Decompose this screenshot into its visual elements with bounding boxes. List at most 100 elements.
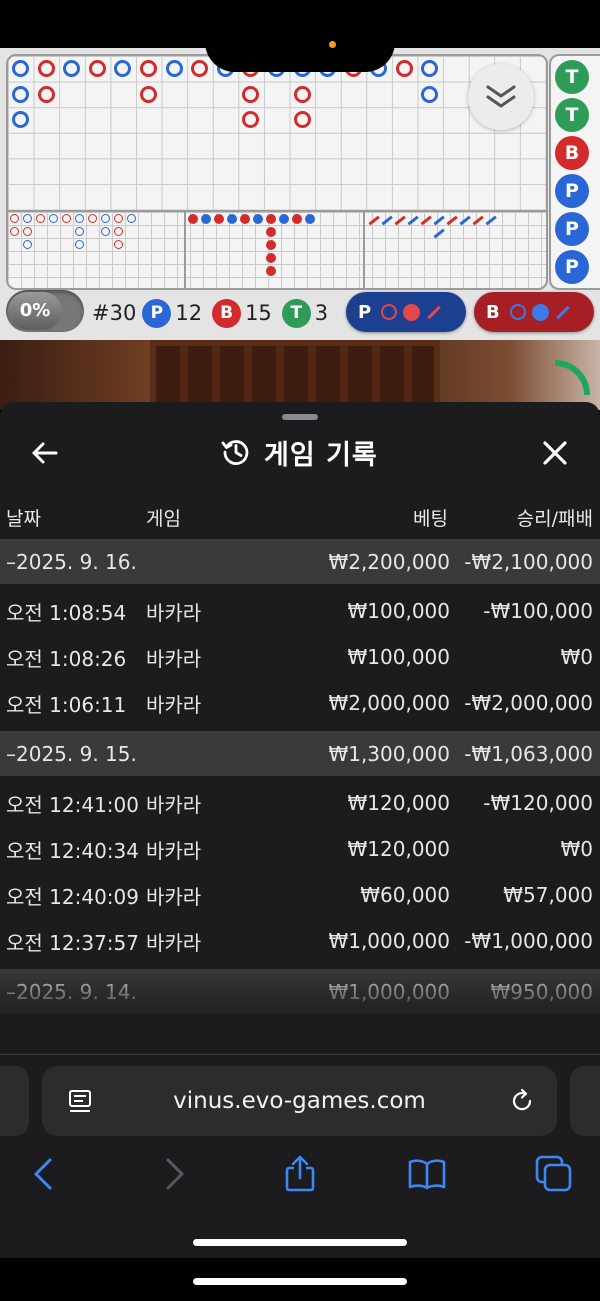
url-text: vinus.evo-games.com — [173, 1088, 426, 1114]
bottom-safe-area — [0, 1258, 600, 1301]
collapse-scoreboard-button[interactable] — [468, 64, 534, 130]
bead-road-board[interactable] — [6, 54, 548, 290]
column-header-date[interactable]: 날짜 — [6, 504, 41, 531]
game-history-panel: 게임 기록 날짜 게임 베팅 승리/패배 –2025. 9. 16. ₩2,20… — [0, 402, 600, 1054]
back-button[interactable] — [28, 436, 62, 470]
history-row[interactable]: 오전 12:40:34 바카라 ₩120,000 ₩0 — [0, 826, 600, 872]
banker-marker — [38, 60, 55, 77]
row-time: 오전 12:37:57 — [6, 930, 139, 955]
history-row[interactable]: 오전 12:37:57 바카라 ₩1,000,000 -₩1,000,000 — [0, 918, 600, 964]
row-game: 바카라 — [146, 884, 202, 909]
date-group-header[interactable]: –2025. 9. 16. ₩2,200,000 -₩2,100,000 — [0, 539, 600, 584]
close-button[interactable] — [538, 436, 572, 470]
row-result: -₩1,000,000 — [464, 929, 593, 953]
prediction-tie: T — [555, 60, 589, 94]
small-road-marker — [240, 214, 250, 224]
small-road-marker — [292, 214, 302, 224]
banker-ask-button[interactable]: B — [474, 292, 594, 332]
chevron-right-icon[interactable] — [154, 1154, 194, 1194]
history-row[interactable]: 오전 1:06:11 바카라 ₩2,000,000 -₩2,000,000 — [0, 680, 600, 726]
banker-marker — [38, 86, 55, 103]
camera-notch — [205, 0, 395, 72]
big-eye-marker — [23, 227, 32, 236]
derived-road-grid — [8, 212, 546, 288]
banker-marker — [242, 86, 259, 103]
row-time: 오전 1:06:11 — [6, 692, 127, 717]
row-time: 오전 12:40:34 — [6, 838, 139, 863]
player-count: 12 — [175, 301, 203, 325]
book-icon[interactable] — [407, 1154, 447, 1194]
big-eye-marker — [49, 214, 58, 223]
home-indicator — [193, 1278, 407, 1285]
drag-handle[interactable] — [282, 414, 318, 420]
history-row[interactable]: 오전 1:08:26 바카라 ₩100,000 ₩0 — [0, 634, 600, 680]
reader-icon[interactable] — [67, 1088, 93, 1114]
row-game: 바카라 — [146, 646, 202, 671]
percentage-toggle-label: 0% — [8, 292, 62, 330]
history-row[interactable]: 오전 1:08:54 바카라 ₩100,000 -₩100,000 — [0, 588, 600, 634]
next-tab-preview[interactable] — [570, 1066, 600, 1136]
road-divider — [363, 212, 365, 288]
banker-slash-icon — [427, 305, 441, 319]
prediction-player: P — [555, 250, 589, 284]
date-group-header[interactable]: –2025. 9. 14. ₩1,000,000 ₩950,000 — [0, 969, 600, 1014]
big-eye-marker — [114, 214, 123, 223]
address-bar[interactable]: vinus.evo-games.com — [42, 1066, 557, 1136]
player-marker — [421, 60, 438, 77]
group-result-total: -₩1,063,000 — [464, 741, 593, 766]
group-result-total: ₩950,000 — [490, 979, 593, 1004]
column-header-result[interactable]: 승리/패배 — [517, 504, 593, 531]
group-bet-total: ₩1,300,000 — [328, 741, 450, 766]
big-eye-marker — [23, 240, 32, 249]
small-road-marker — [266, 253, 276, 263]
banker-badge: B — [212, 298, 242, 328]
row-time: 오전 12:41:00 — [6, 792, 139, 817]
history-icon — [221, 440, 249, 465]
player-slash-icon — [556, 305, 570, 319]
percentage-toggle[interactable]: 0% — [6, 290, 84, 332]
big-eye-marker — [75, 227, 84, 236]
home-indicator — [193, 1239, 407, 1246]
history-row[interactable]: 오전 12:40:09 바카라 ₩60,000 ₩57,000 — [0, 872, 600, 918]
group-date: –2025. 9. 14. — [6, 979, 137, 1004]
banker-marker — [294, 111, 311, 128]
small-road-marker — [266, 266, 276, 276]
row-bet: ₩100,000 — [347, 599, 450, 623]
chevron-left-icon[interactable] — [24, 1154, 64, 1194]
live-video-feed — [0, 340, 600, 410]
tie-count: 3 — [314, 301, 329, 325]
small-road-marker — [188, 214, 198, 224]
date-group-header[interactable]: –2025. 9. 15. ₩1,300,000 -₩1,063,000 — [0, 731, 600, 776]
big-road — [8, 56, 546, 210]
banker-marker — [294, 86, 311, 103]
derived-roads — [8, 212, 546, 288]
next-round-predictions: T T B P P P — [549, 54, 600, 290]
row-game: 바카라 — [146, 792, 202, 817]
row-bet: ₩120,000 — [347, 791, 450, 815]
tabs-icon[interactable] — [534, 1154, 574, 1194]
row-result: -₩100,000 — [483, 599, 593, 623]
history-row[interactable]: 오전 12:41:00 바카라 ₩120,000 -₩120,000 — [0, 780, 600, 826]
reload-icon[interactable] — [509, 1088, 535, 1114]
previous-tab-preview[interactable] — [0, 1066, 29, 1136]
row-result: ₩0 — [560, 837, 594, 861]
row-game: 바카라 — [146, 600, 202, 625]
small-road-marker — [266, 240, 276, 250]
banker-marker — [242, 111, 259, 128]
player-badge: P — [142, 298, 172, 328]
column-header-game[interactable]: 게임 — [146, 504, 181, 531]
column-header-bet[interactable]: 베팅 — [413, 504, 448, 531]
player-ask-button[interactable]: P — [346, 292, 466, 332]
big-eye-marker — [75, 240, 84, 249]
row-time: 오전 12:40:09 — [6, 884, 139, 909]
banker-marker — [191, 60, 208, 77]
camera-indicator-icon — [329, 41, 336, 48]
share-icon[interactable] — [280, 1154, 320, 1194]
row-result: -₩120,000 — [483, 791, 593, 815]
player-dot-icon — [531, 303, 549, 321]
banker-ring-icon — [381, 304, 398, 320]
group-date: –2025. 9. 16. — [6, 549, 137, 574]
group-bet-total: ₩1,000,000 — [328, 979, 450, 1004]
player-marker — [166, 60, 183, 77]
row-bet: ₩120,000 — [347, 837, 450, 861]
